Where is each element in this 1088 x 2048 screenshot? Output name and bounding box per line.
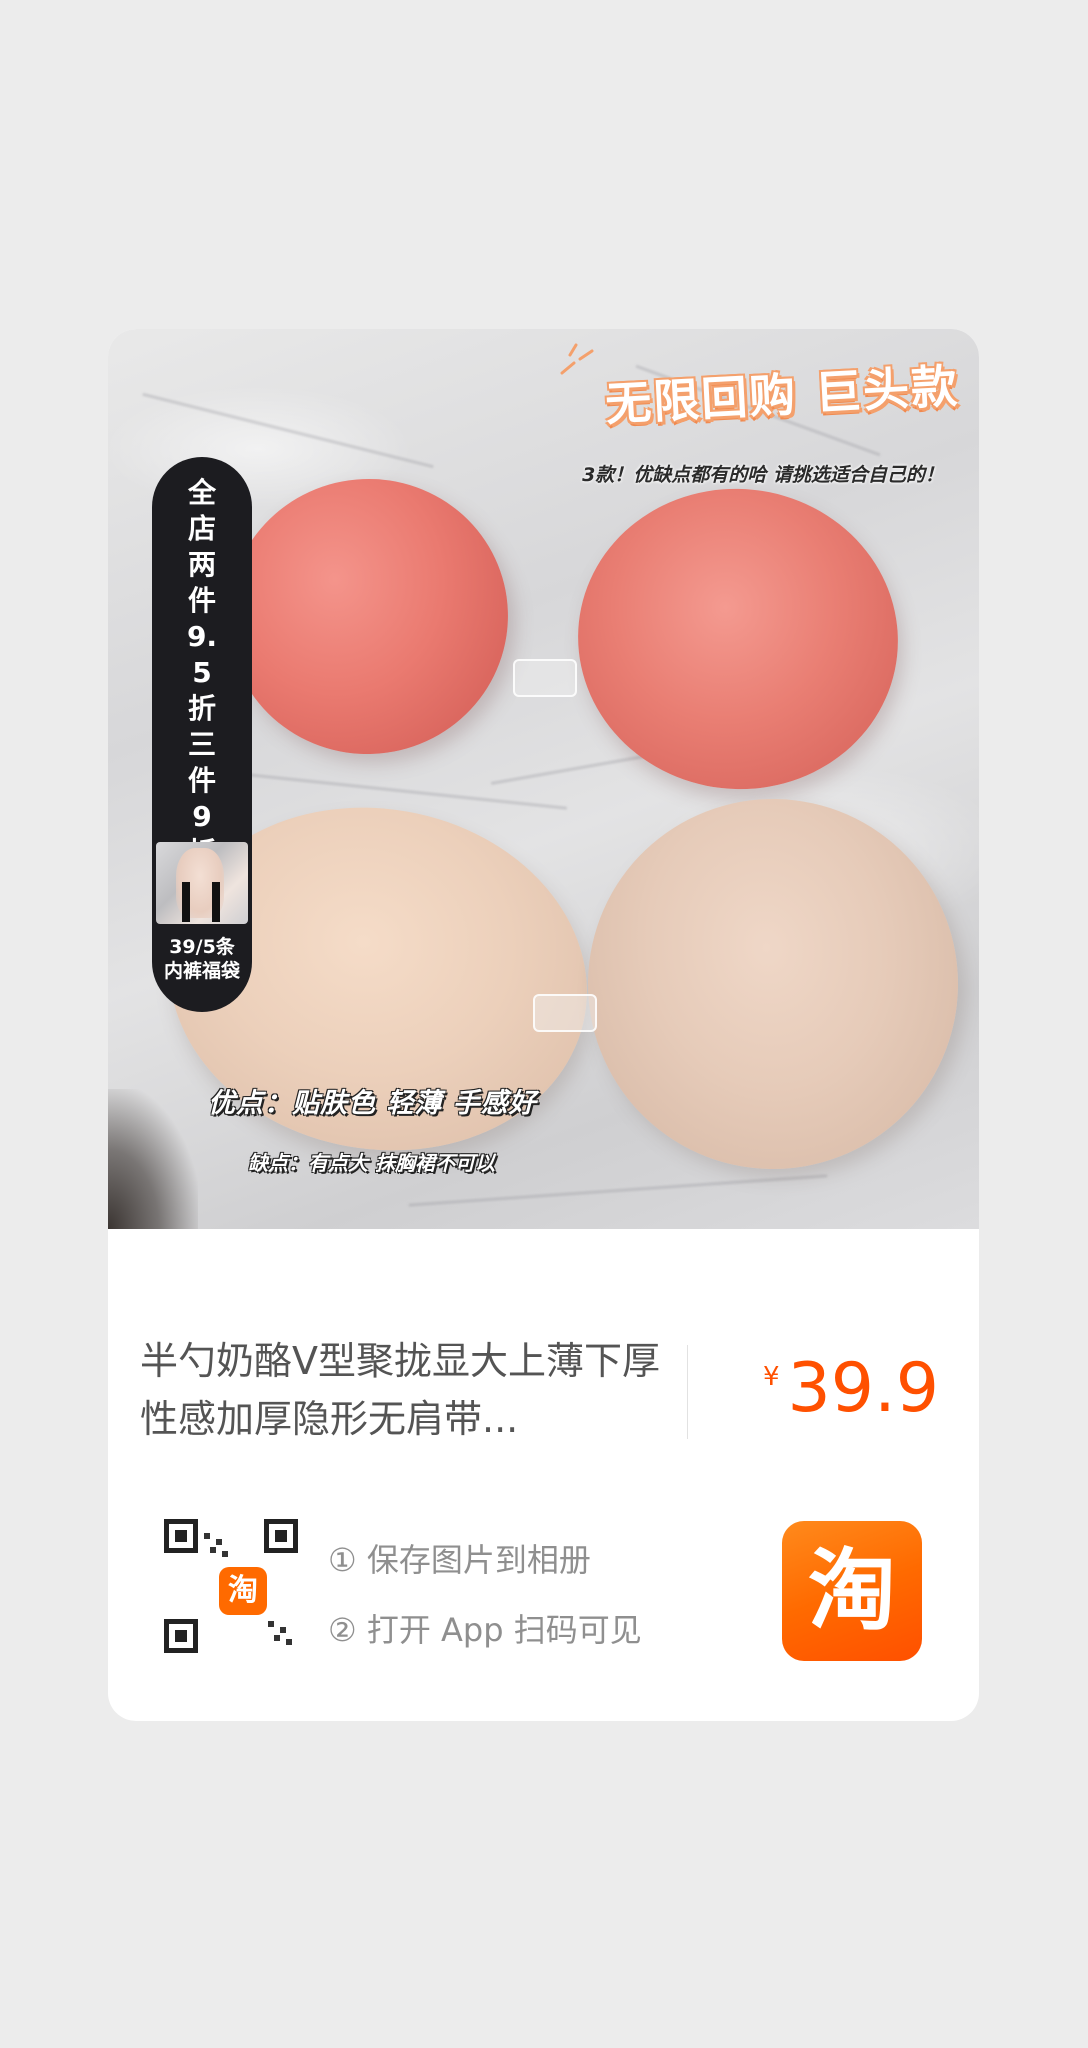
thumbnail-stocking (182, 882, 190, 922)
product-title[interactable]: 半勺奶酪V型聚拢显大上薄下厚性感加厚隐形无肩带... (140, 1332, 660, 1448)
pink-cup-left (210, 460, 526, 773)
front-clasp (533, 994, 597, 1032)
promo-caption-line1: 39/5条 (169, 936, 235, 958)
product-image[interactable]: 无限回购 巨头款 3款！优缺点都有的哈 请挑选适合自己的！ 全店两件9.5折三件… (108, 329, 979, 1229)
promo-text: 全店两件9.5折三件9折 (186, 476, 218, 869)
qr-finder (264, 1519, 298, 1553)
product-price: ¥39.9 (763, 1349, 939, 1428)
promo-caption-line2: 内裤福袋 (163, 960, 240, 982)
cloth-fold (142, 392, 434, 469)
qr-modules (204, 1533, 228, 1557)
thumbnail-stocking (212, 882, 220, 922)
instruction-step-2: ② 打开 App 扫码可见 (328, 1611, 642, 1649)
instruction-step-1: ① 保存图片到相册 (328, 1541, 591, 1579)
table-corner (108, 1089, 198, 1229)
sparkle-icon (560, 343, 594, 375)
taobao-badge-icon: 淘 (219, 1567, 267, 1615)
qr-code[interactable]: 淘 (164, 1519, 312, 1667)
qr-finder (164, 1619, 198, 1653)
pros-text: 优点：贴肤色 轻薄 手感好 (208, 1088, 537, 1119)
cloth-fold (408, 1174, 828, 1207)
promo-caption: 39/5条 内裤福袋 (152, 935, 252, 983)
price-value: 39.9 (787, 1349, 939, 1428)
promo-thumbnail (156, 842, 248, 924)
divider (687, 1345, 688, 1439)
share-card: 无限回购 巨头款 3款！优缺点都有的哈 请挑选适合自己的！ 全店两件9.5折三件… (108, 329, 979, 1721)
currency-symbol: ¥ (763, 1362, 780, 1392)
cons-text: 缺点：有点大 抹胸裙不可以 (248, 1151, 495, 1175)
promo-pill[interactable]: 全店两件9.5折三件9折 39/5条 内裤福袋 (152, 457, 252, 1012)
pink-cup-right (563, 473, 913, 805)
taobao-app-icon[interactable]: 淘 (782, 1521, 922, 1661)
banner-headline: 无限回购 巨头款 (603, 358, 961, 432)
beige-cup-right (558, 769, 979, 1199)
qr-modules (268, 1621, 298, 1651)
qr-finder (164, 1519, 198, 1553)
front-clasp (513, 659, 577, 697)
banner-note: 3款！优缺点都有的哈 请挑选适合自己的！ (582, 464, 944, 486)
